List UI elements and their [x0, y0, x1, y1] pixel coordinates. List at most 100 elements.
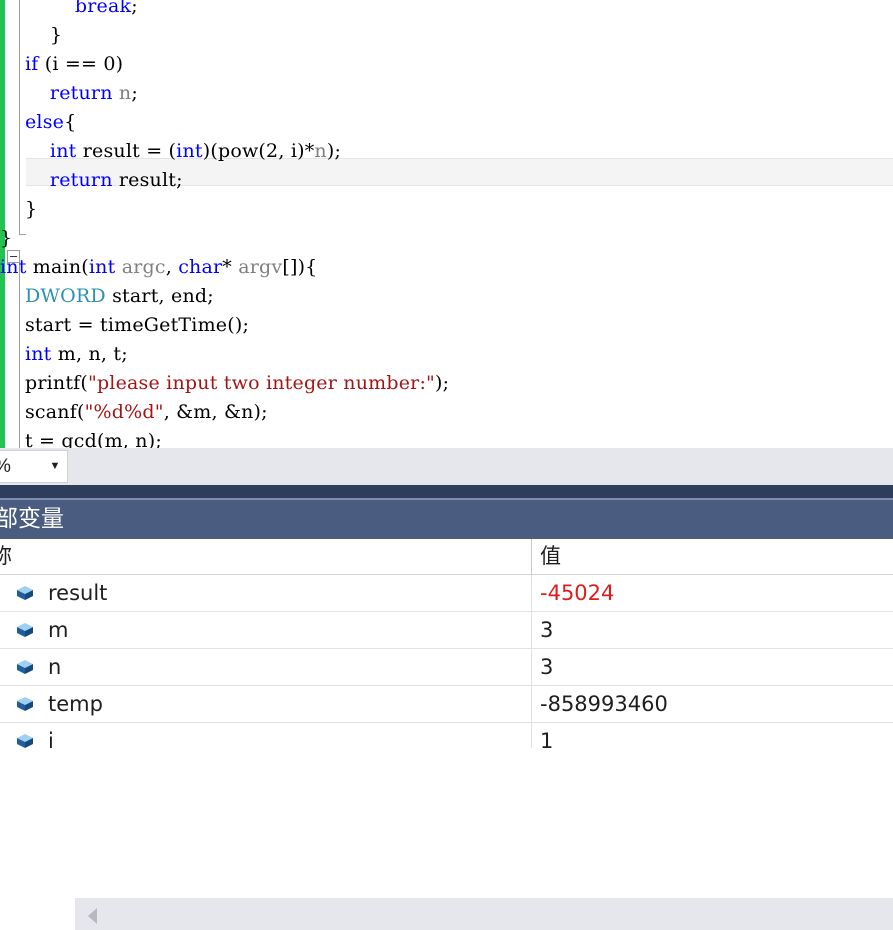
code-token: 2	[266, 140, 279, 162]
code-token: main(	[26, 256, 89, 278]
code-token: else	[24, 111, 65, 133]
code-line: if (i == 0)	[0, 50, 893, 79]
code-line: int main(int argc, char* argv[]){	[0, 253, 893, 282]
code-token: return	[49, 169, 113, 191]
variable-value[interactable]: 1	[540, 723, 553, 748]
column-divider[interactable]	[531, 539, 532, 575]
code-token: )	[115, 53, 124, 75]
table-row[interactable]: m3	[0, 612, 893, 649]
zoom-level-combobox[interactable]: 100 % ▼	[0, 450, 68, 483]
column-divider[interactable]	[531, 575, 532, 611]
column-divider[interactable]	[531, 612, 532, 648]
column-divider[interactable]	[531, 649, 532, 685]
code-token: (i ==	[38, 53, 104, 75]
editor-footer-bar	[0, 448, 893, 930]
code-token: argv	[238, 256, 283, 278]
code-token: return	[49, 82, 113, 104]
code-line: }	[0, 195, 893, 224]
variable-name: temp	[48, 692, 103, 716]
code-token: );	[435, 372, 450, 394]
locals-table-body: result -45024 m 3 n 3 temp -858993460 i 1	[0, 575, 893, 748]
code-token: start, end;	[105, 285, 214, 307]
code-token: int	[49, 140, 77, 162]
code-line: return n;	[0, 79, 893, 108]
table-row[interactable]: i1	[0, 723, 893, 748]
code-token: "%d%d"	[84, 401, 164, 423]
code-line: int m, n, t;	[0, 340, 893, 369]
panel-title-bar[interactable]	[0, 500, 893, 539]
variable-name: i	[48, 729, 54, 748]
code-token: result;	[112, 169, 183, 191]
field-cube-icon	[14, 657, 36, 677]
table-row[interactable]: temp -858993460	[0, 686, 893, 723]
column-divider[interactable]	[531, 686, 532, 722]
code-token: }	[0, 198, 38, 220]
chevron-down-icon[interactable]: ▼	[43, 461, 67, 472]
variable-value[interactable]: -45024	[540, 575, 614, 611]
variable-name: n	[48, 655, 62, 679]
code-editor[interactable]: break; } if (i == 0) return n; else{ int…	[0, 0, 893, 448]
code-token: n	[118, 82, 132, 104]
variable-value[interactable]: 3	[540, 649, 553, 685]
code-line: }	[0, 21, 893, 50]
code-token: n	[314, 140, 327, 162]
code-token: scanf(	[0, 401, 85, 423]
code-token: 0	[103, 53, 116, 75]
code-token: argc	[121, 256, 166, 278]
code-token: t = gcd(m, n);	[0, 430, 162, 448]
code-token: m, n, t;	[51, 343, 128, 365]
code-token: "please input two integer number:"	[88, 372, 435, 394]
code-line: else{	[0, 108, 893, 137]
code-token: int	[88, 256, 116, 278]
column-header-value[interactable]: 值	[540, 539, 561, 574]
code-line: break;	[0, 0, 893, 21]
scroll-left-arrow-icon[interactable]	[88, 908, 97, 924]
field-cube-icon	[14, 583, 36, 603]
panel-title-label: 局部变量	[0, 506, 64, 532]
code-token: break	[74, 0, 132, 17]
code-token: )(pow(	[202, 140, 267, 162]
zoom-level-value: 100 %	[0, 456, 43, 478]
code-lines-container: break; } if (i == 0) return n; else{ int…	[0, 0, 893, 448]
variable-value[interactable]: -858993460	[540, 686, 668, 722]
code-token: ;	[131, 82, 138, 104]
code-token: printf(	[0, 372, 88, 394]
horizontal-scrollbar[interactable]	[75, 898, 893, 930]
code-line: printf("please input two integer number:…	[0, 369, 893, 398]
code-line: return result;	[0, 166, 893, 195]
code-token: }	[0, 24, 63, 46]
code-line: start = timeGetTime();	[0, 311, 893, 340]
locals-panel: 局部变量 名称 值 result-45024m3n3temp-858993460…	[0, 485, 893, 748]
field-cube-icon	[14, 694, 36, 714]
table-row[interactable]: result -45024	[0, 575, 893, 612]
locals-table-header: 名称 值	[0, 539, 893, 575]
code-line: scanf("%d%d", &m, &n);	[0, 398, 893, 427]
code-token: ;	[131, 0, 138, 17]
code-token: , i)*	[278, 140, 315, 162]
code-token: *	[222, 256, 239, 278]
column-divider[interactable]	[531, 723, 532, 748]
variable-name: m	[48, 618, 69, 642]
code-line: }	[0, 224, 893, 253]
code-token: result = (	[76, 140, 177, 162]
code-token: int	[176, 140, 203, 162]
column-header-name[interactable]: 名称	[0, 539, 12, 574]
table-row[interactable]: n3	[0, 649, 893, 686]
variable-value[interactable]: 3	[540, 612, 553, 648]
field-cube-icon	[14, 620, 36, 640]
panel-top-strip	[0, 485, 893, 498]
code-token: int	[0, 256, 27, 278]
code-token: int	[24, 343, 52, 365]
code-line: int result = (int)(pow(2, i)*n);	[0, 137, 893, 166]
code-token: if	[24, 53, 39, 75]
code-token: []){	[282, 256, 318, 278]
code-token: ,	[165, 256, 179, 278]
field-cube-icon	[14, 731, 36, 748]
